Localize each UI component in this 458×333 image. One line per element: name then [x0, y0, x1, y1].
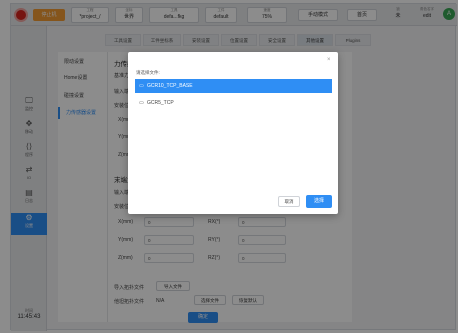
file-item-selected[interactable]: ▭ GCR10_TCP_BASE — [135, 79, 332, 93]
folder-icon: ▭ — [139, 100, 144, 106]
file-item-name: GCR10_TCP_BASE — [147, 83, 193, 89]
folder-icon: ▭ — [139, 83, 144, 89]
file-item-name: GCR5_TCP — [147, 100, 174, 106]
close-icon[interactable]: × — [327, 57, 331, 63]
file-select-dialog: × 请选择文件: ▭ GCR10_TCP_BASE ▭ GCR5_TCP 取消 … — [128, 52, 338, 214]
cancel-button[interactable]: 取消 — [278, 196, 300, 207]
select-button[interactable]: 选择 — [306, 195, 332, 208]
file-item[interactable]: ▭ GCR5_TCP — [135, 96, 332, 110]
dialog-label: 请选择文件: — [136, 70, 160, 75]
